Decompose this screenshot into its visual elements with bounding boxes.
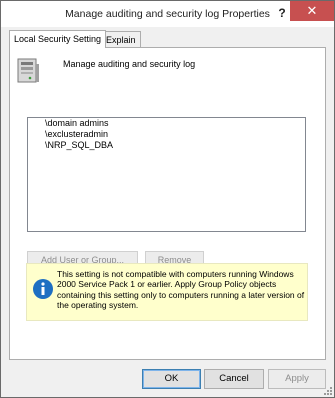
tab-local-security-setting[interactable]: Local Security Setting: [9, 30, 107, 48]
list-item[interactable]: \NRP_SQL_DBA: [45, 140, 113, 151]
server-icon: [17, 58, 39, 83]
help-button[interactable]: ?: [273, 3, 291, 23]
resize-grip-icon[interactable]: [322, 385, 333, 396]
members-listbox[interactable]: \domain admins \exclusteradmin \NRP_SQL_…: [27, 117, 306, 232]
list-item[interactable]: \domain admins: [45, 118, 109, 129]
ok-button[interactable]: OK: [142, 369, 201, 389]
notice-text: This setting is not compatible with comp…: [57, 269, 305, 310]
compatibility-notice: This setting is not compatible with comp…: [26, 263, 308, 321]
cancel-button[interactable]: Cancel: [204, 369, 264, 389]
close-button[interactable]: ✕: [290, 1, 334, 21]
apply-button[interactable]: Apply: [268, 369, 326, 389]
title-bar[interactable]: Manage auditing and security log Propert…: [1, 1, 334, 27]
properties-dialog: Manage auditing and security log Propert…: [0, 0, 335, 398]
list-item[interactable]: \exclusteradmin: [45, 129, 108, 140]
policy-name: Manage auditing and security log: [63, 59, 196, 69]
tab-explain[interactable]: Explain: [101, 31, 141, 48]
info-icon: [33, 279, 53, 299]
